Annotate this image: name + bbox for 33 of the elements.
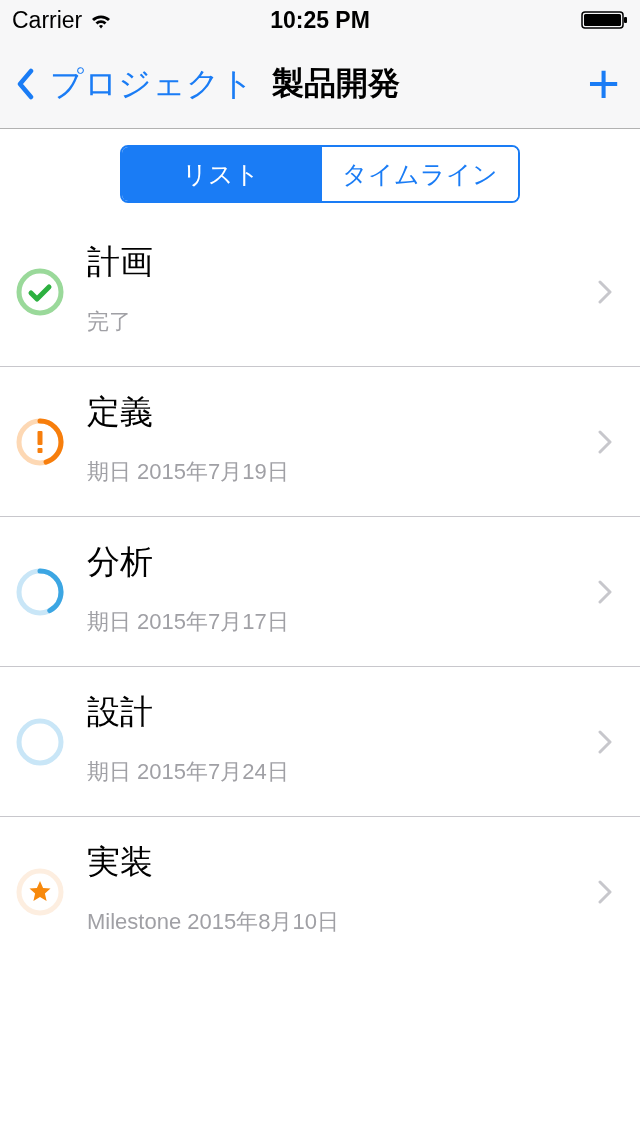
- chevron-icon: [598, 729, 612, 754]
- check-circle-icon: [16, 267, 64, 316]
- task-subtitle: 期日 2015年7月24日: [87, 758, 290, 786]
- ring-icon: [16, 717, 64, 766]
- segment-tab[interactable]: タイムライン: [320, 147, 518, 201]
- chevron-icon: [598, 879, 612, 904]
- segment-tab[interactable]: リスト: [122, 147, 320, 201]
- task-subtitle: 完了: [87, 308, 132, 336]
- task-row[interactable]: 定義 期日 2015年7月19日: [0, 367, 640, 517]
- status-time: 10:25 PM: [270, 6, 370, 34]
- nav-title: 製品開発: [272, 64, 401, 103]
- task-title: 設計: [87, 692, 154, 732]
- task-row[interactable]: 計画 完了: [0, 217, 640, 367]
- chevron-icon: [598, 579, 612, 604]
- chevron-icon: [598, 429, 612, 454]
- task-row[interactable]: 設計 期日 2015年7月24日: [0, 667, 640, 817]
- carrier-name: Carrier: [12, 6, 83, 34]
- task-title: 実装: [87, 842, 154, 882]
- back-button[interactable]: プロジェクト: [16, 61, 254, 107]
- add-button[interactable]: +: [583, 56, 624, 112]
- battery-icon: [581, 11, 628, 29]
- task-title: 定義: [87, 392, 154, 432]
- task-row[interactable]: 実装 Milestone 2015年8月10日: [0, 817, 640, 966]
- task-subtitle: 期日 2015年7月19日: [87, 458, 290, 486]
- chevron-icon: [598, 279, 612, 304]
- task-title: 計画: [87, 242, 154, 282]
- back-chevron-icon: [16, 68, 36, 100]
- task-title: 分析: [87, 542, 154, 582]
- task-row[interactable]: 分析 期日 2015年7月17日: [0, 517, 640, 667]
- warning-ring-icon: [16, 417, 64, 466]
- task-subtitle: 期日 2015年7月17日: [87, 608, 290, 636]
- task-subtitle: Milestone 2015年8月10日: [87, 908, 340, 936]
- progress-ring-icon: [16, 567, 64, 616]
